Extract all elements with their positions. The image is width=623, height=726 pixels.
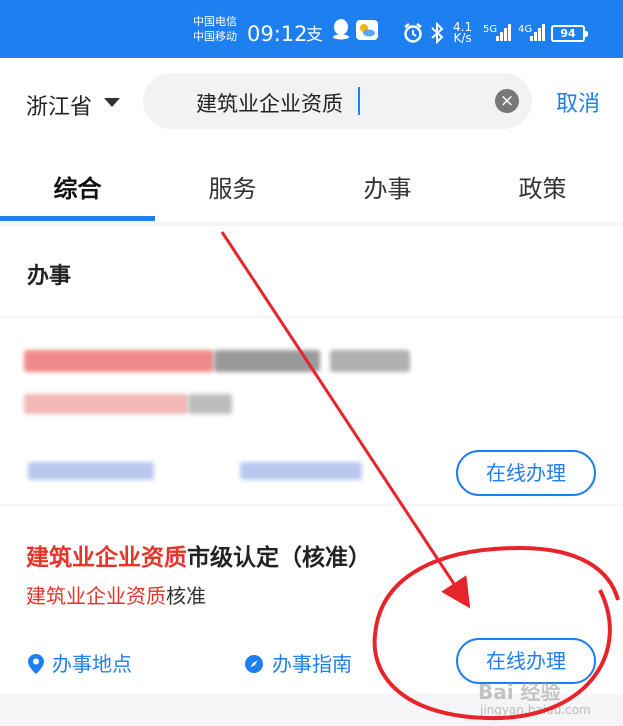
net-speed-unit: K/s: [453, 31, 472, 45]
blurred-title-2: [214, 350, 320, 372]
signal-1-icon: [496, 22, 512, 41]
search-query[interactable]: 建筑业企业资质: [196, 88, 343, 118]
blurred-link-2: [240, 462, 362, 480]
battery-icon: 94: [551, 25, 588, 42]
result-subtitle-highlight: 建筑业企业资质: [26, 584, 166, 608]
guide-label: 办事指南: [272, 652, 352, 676]
blurred-subtitle-2: [188, 394, 232, 414]
search-input[interactable]: 建筑业企业资质 ×: [143, 73, 532, 129]
search-header: 浙江省 建筑业企业资质 × 取消: [0, 58, 623, 148]
result-title[interactable]: 建筑业企业资质市级认定（核准）: [26, 538, 371, 572]
weather-icon: [356, 20, 378, 45]
online-apply-button-1[interactable]: 在线办理: [456, 450, 596, 496]
result-subtitle-rest: 核准: [166, 584, 206, 608]
province-selector[interactable]: 浙江省: [26, 89, 92, 121]
location-link[interactable]: 办事地点: [28, 648, 132, 679]
blurred-title: [24, 350, 214, 372]
section-title: 办事: [27, 264, 72, 289]
text-cursor: [358, 87, 360, 115]
bluetooth-icon: [430, 21, 444, 49]
alarm-icon: [402, 22, 424, 49]
blurred-title-3: [330, 350, 410, 372]
blurred-link-1: [28, 462, 154, 480]
result-card-1[interactable]: 在线办理: [0, 318, 623, 504]
baidu-watermark-url: jingyan.baidu.com: [480, 703, 591, 717]
signal-2-icon: [530, 22, 546, 41]
tab-services[interactable]: 服务: [155, 169, 310, 204]
status-bar: 中国电信 中国移动 09:12 支 4.1 K/s 5G 4G 94: [0, 0, 623, 58]
tab-affairs[interactable]: 办事: [310, 169, 465, 204]
carrier-1: 中国电信: [193, 15, 237, 28]
carrier-2: 中国移动: [193, 30, 237, 43]
alipay-icon: 支: [306, 25, 323, 45]
clear-icon[interactable]: ×: [495, 89, 519, 113]
baidu-watermark: Bai 经验: [478, 680, 561, 704]
result-subtitle: 建筑业企业资质核准: [26, 580, 206, 609]
caret-down-icon[interactable]: [104, 98, 120, 107]
qq-icon: [331, 18, 351, 45]
section-header: 办事: [0, 226, 623, 316]
compass-icon: [244, 654, 264, 679]
tab-bar: 综合 服务 办事 政策: [0, 148, 623, 222]
active-tab-indicator: [0, 216, 155, 221]
result-title-rest: 市级认定（核准）: [187, 545, 371, 571]
carrier-labels: 中国电信 中国移动: [193, 14, 237, 44]
tab-policy[interactable]: 政策: [465, 169, 620, 204]
result-title-highlight: 建筑业企业资质: [26, 545, 187, 571]
location-label: 办事地点: [52, 652, 132, 676]
network-1-label: 5G: [483, 24, 498, 35]
location-pin-icon: [28, 654, 44, 679]
result-card-2[interactable]: 建筑业企业资质市级认定（核准） 建筑业企业资质核准 办事地点 办事指南 在线办理: [0, 506, 623, 694]
cancel-button[interactable]: 取消: [556, 86, 600, 118]
tab-general[interactable]: 综合: [0, 169, 155, 204]
clock: 09:12: [247, 22, 308, 46]
blurred-subtitle: [24, 394, 188, 414]
guide-link[interactable]: 办事指南: [244, 648, 352, 679]
net-speed: 4.1 K/s: [453, 21, 472, 45]
